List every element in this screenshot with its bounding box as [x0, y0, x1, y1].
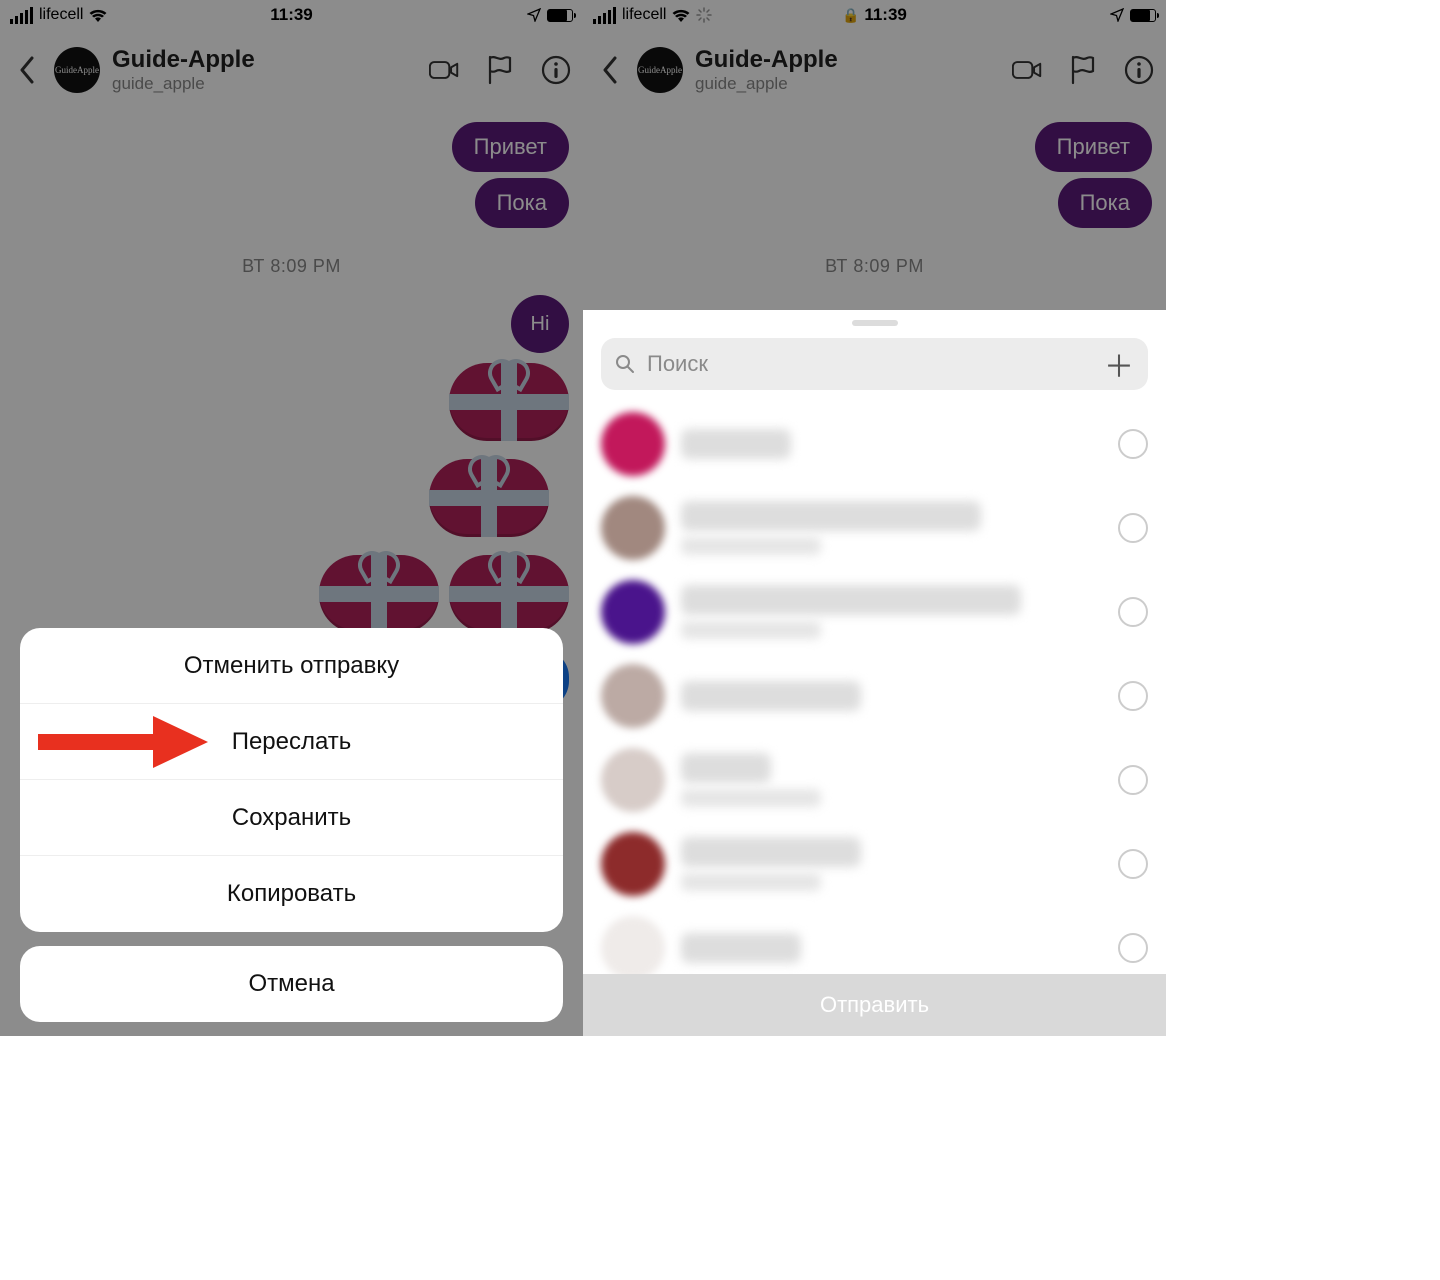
contact-row[interactable]	[583, 822, 1166, 906]
contact-row[interactable]	[583, 738, 1166, 822]
select-radio[interactable]	[1118, 597, 1148, 627]
select-radio[interactable]	[1118, 933, 1148, 963]
search-placeholder: Поиск	[647, 351, 1092, 377]
save-label: Сохранить	[232, 804, 351, 832]
contact-row[interactable]	[583, 486, 1166, 570]
phone-right: lifecell 🔒 11:39 GuideApple	[583, 0, 1166, 1036]
select-radio[interactable]	[1118, 681, 1148, 711]
phone-left: lifecell 11:39 GuideApple Guide-Apple gu…	[0, 0, 583, 1036]
contact-row[interactable]	[583, 906, 1166, 974]
select-radio[interactable]	[1118, 513, 1148, 543]
send-label: Отправить	[820, 992, 929, 1018]
cancel-button[interactable]: Отмена	[20, 946, 563, 1022]
copy-label: Копировать	[227, 880, 356, 908]
unsend-label: Отменить отправку	[184, 652, 399, 680]
sheet-grabber[interactable]	[852, 320, 898, 326]
search-input[interactable]: Поиск ＋	[601, 338, 1148, 390]
save-option[interactable]: Сохранить	[20, 780, 563, 856]
select-radio[interactable]	[1118, 429, 1148, 459]
contact-row[interactable]	[583, 654, 1166, 738]
plus-icon[interactable]: ＋	[1104, 342, 1134, 386]
action-sheet: Отменить отправку Переслать Сохранить Ко…	[20, 628, 563, 1022]
contact-list[interactable]	[583, 402, 1166, 974]
forward-option[interactable]: Переслать	[20, 704, 563, 780]
send-button[interactable]: Отправить	[583, 974, 1166, 1036]
contact-row[interactable]	[583, 402, 1166, 486]
unsend-option[interactable]: Отменить отправку	[20, 628, 563, 704]
share-panel: Поиск ＋ Отправить	[583, 310, 1166, 1036]
overlay[interactable]	[583, 0, 1166, 310]
select-radio[interactable]	[1118, 849, 1148, 879]
search-icon	[615, 354, 635, 374]
select-radio[interactable]	[1118, 765, 1148, 795]
arrow-annotation-icon	[38, 716, 208, 768]
contact-row[interactable]	[583, 570, 1166, 654]
copy-option[interactable]: Копировать	[20, 856, 563, 932]
forward-label: Переслать	[232, 728, 352, 756]
cancel-label: Отмена	[248, 970, 334, 998]
